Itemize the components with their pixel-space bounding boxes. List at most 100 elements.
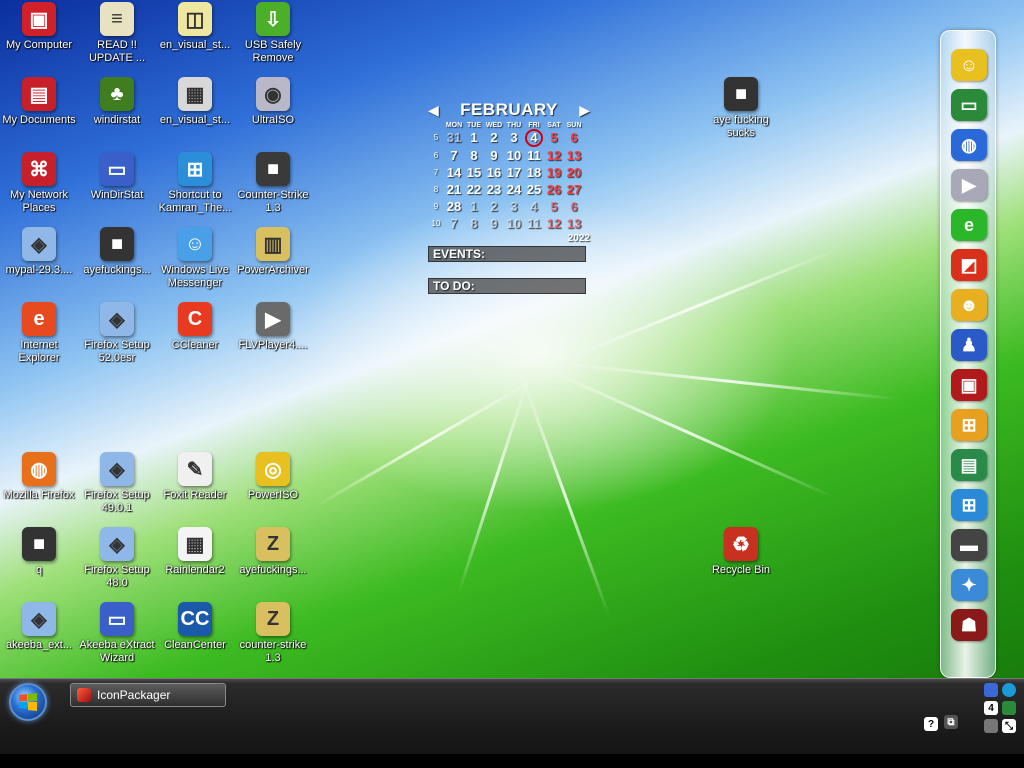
- taskbar-button-iconpackager[interactable]: IconPackager: [70, 683, 226, 707]
- calendar-day[interactable]: 18: [524, 165, 544, 181]
- calendar-day[interactable]: 20: [564, 165, 584, 181]
- next-month-arrow-icon[interactable]: ▶: [579, 102, 590, 119]
- calendar-day[interactable]: 31: [444, 130, 464, 147]
- calendar-day[interactable]: 8: [464, 148, 484, 164]
- desktop-icon[interactable]: ▦ Rainlendar2: [156, 527, 234, 577]
- ie-green-icon[interactable]: e: [951, 209, 987, 241]
- calendar-day[interactable]: 1: [464, 199, 484, 215]
- smiley-icon[interactable]: ☺: [951, 49, 987, 81]
- calendar-day[interactable]: 5: [544, 199, 564, 215]
- character-icon[interactable]: ☗: [951, 609, 987, 641]
- desktop-icon[interactable]: ■ q: [0, 527, 78, 577]
- desktop-icon[interactable]: ▭ WinDirStat: [78, 152, 156, 202]
- desktop-icon[interactable]: ✎ Foxit Reader: [156, 452, 234, 502]
- tray-arrow-icon[interactable]: [1002, 701, 1016, 715]
- media-icon[interactable]: ◩: [951, 249, 987, 281]
- desktop-icon[interactable]: ▭ Akeeba eXtract Wizard: [78, 602, 156, 665]
- desktop-icon[interactable]: ⌘ My Network Places: [0, 152, 78, 215]
- calendar-day[interactable]: 17: [504, 165, 524, 181]
- calendar-day[interactable]: 6: [564, 199, 584, 215]
- desktop-icon[interactable]: ◍ Mozilla Firefox: [0, 452, 78, 502]
- desktop-icon[interactable]: ▦ en_visual_st...: [156, 77, 234, 127]
- calendar-day[interactable]: 19: [544, 165, 564, 181]
- desktop-icon[interactable]: C CCleaner: [156, 302, 234, 352]
- desktop-icon[interactable]: ◫ en_visual_st...: [156, 2, 234, 52]
- calendar-day[interactable]: 8: [464, 216, 484, 232]
- desktop-icon[interactable]: ◈ Firefox Setup 49.0.1: [78, 452, 156, 515]
- calendar-day[interactable]: 6: [564, 130, 584, 147]
- globe-icon[interactable]: ◍: [951, 129, 987, 161]
- desktop-icon[interactable]: ≡ READ !! UPDATE ...: [78, 2, 156, 65]
- tray-help-icon[interactable]: ?: [924, 717, 938, 731]
- desktop-icon[interactable]: ▣ My Computer: [0, 2, 78, 52]
- shield-icon[interactable]: ▣: [951, 369, 987, 401]
- calendar-day[interactable]: 15: [464, 165, 484, 181]
- tray-restore-icon[interactable]: ⧉: [944, 715, 958, 729]
- desktop-icon[interactable]: ◎ PowerISO: [234, 452, 312, 502]
- books-icon[interactable]: ▤: [951, 449, 987, 481]
- calendar-day[interactable]: 10: [504, 148, 524, 164]
- tray-calendar-day[interactable]: 4: [984, 701, 998, 715]
- calendar-day[interactable]: 16: [484, 165, 504, 181]
- desktop-icon[interactable]: ⇩ USB Safely Remove: [234, 2, 312, 65]
- users-icon[interactable]: ♟: [951, 329, 987, 361]
- desktop-icon[interactable]: ◉ UltraISO: [234, 77, 312, 127]
- calendar-day[interactable]: 26: [544, 182, 564, 198]
- prev-month-arrow-icon[interactable]: ◀: [428, 102, 439, 119]
- calendar-day[interactable]: 10: [504, 216, 524, 232]
- calendar-day[interactable]: 14: [444, 165, 464, 181]
- desktop-icon[interactable]: ◈ Firefox Setup 48.0: [78, 527, 156, 590]
- messenger-smiley-icon[interactable]: ☻: [951, 289, 987, 321]
- calendar-day[interactable]: 21: [444, 182, 464, 198]
- desktop-icon[interactable]: ▤ My Documents: [0, 77, 78, 127]
- calendar-day[interactable]: 2: [484, 199, 504, 215]
- calendar-day[interactable]: 9: [484, 216, 504, 232]
- events-panel[interactable]: EVENTS:: [428, 246, 586, 262]
- desktop-icon[interactable]: e Internet Explorer: [0, 302, 78, 365]
- calendar-day[interactable]: 12: [544, 216, 564, 232]
- calendar-day[interactable]: 27: [564, 182, 584, 198]
- desktop-icon[interactable]: CC CleanCenter: [156, 602, 234, 652]
- todo-panel[interactable]: TO DO:: [428, 278, 586, 294]
- calendar-day[interactable]: 22: [464, 182, 484, 198]
- calendar-day[interactable]: 3: [504, 130, 524, 147]
- calendar-day[interactable]: 11: [524, 216, 544, 232]
- calendar-day[interactable]: 4: [525, 129, 543, 147]
- desktop-icon[interactable]: ▶ FLVPlayer4....: [234, 302, 312, 352]
- calendar-day[interactable]: 7: [444, 148, 464, 164]
- desktop-icon[interactable]: ■ ayefuckings...: [78, 227, 156, 277]
- calendar-day[interactable]: 12: [544, 148, 564, 164]
- desktop-icon[interactable]: ♣ windirstat: [78, 77, 156, 127]
- desktop-icon[interactable]: ◈ mypal-29.3....: [0, 227, 78, 277]
- calendar-day[interactable]: 13: [564, 148, 584, 164]
- calendar-day[interactable]: 25: [524, 182, 544, 198]
- calendar-day[interactable]: 9: [484, 148, 504, 164]
- windows-logo-icon[interactable]: ⊞: [951, 409, 987, 441]
- calendar-day[interactable]: 11: [524, 148, 544, 164]
- desktop-icon[interactable]: ◈ Firefox Setup 52.0esr: [78, 302, 156, 365]
- calendar-day[interactable]: 5: [544, 130, 564, 147]
- desktop-icon[interactable]: ■ aye fucking sucks: [702, 77, 780, 140]
- media-player-icon[interactable]: ▶: [951, 169, 987, 201]
- tray-resize-icon[interactable]: ⤡: [1002, 719, 1016, 733]
- desktop-icon[interactable]: ◈ akeeba_ext...: [0, 602, 78, 652]
- laptop-icon[interactable]: ▬: [951, 529, 987, 561]
- calendar-day[interactable]: 24: [504, 182, 524, 198]
- calendar-day[interactable]: 13: [564, 216, 584, 232]
- calendar-day[interactable]: 1: [464, 130, 484, 147]
- calendar-day[interactable]: 7: [444, 216, 464, 232]
- tray-person-icon[interactable]: [984, 683, 998, 697]
- calendar-day[interactable]: 3: [504, 199, 524, 215]
- desktop-icon[interactable]: ▥ PowerArchiver: [234, 227, 312, 277]
- calendar-day[interactable]: 4: [524, 199, 544, 215]
- desktop-icon[interactable]: Zayefuckings...: [234, 527, 312, 577]
- tray-meter-icon[interactable]: [984, 719, 998, 733]
- calendar-day[interactable]: 23: [484, 182, 504, 198]
- desktop-icon[interactable]: Zcounter-strike 1.3: [234, 602, 312, 665]
- tray-network-icon[interactable]: [1002, 683, 1016, 697]
- tools-icon[interactable]: ✦: [951, 569, 987, 601]
- desktop-icon[interactable]: ■ Counter-Strike 1.3: [234, 152, 312, 215]
- desktop-icon[interactable]: ♻ Recycle Bin: [702, 527, 780, 577]
- calendar-day[interactable]: 2: [484, 130, 504, 147]
- windows-flag-icon[interactable]: ⊞: [951, 489, 987, 521]
